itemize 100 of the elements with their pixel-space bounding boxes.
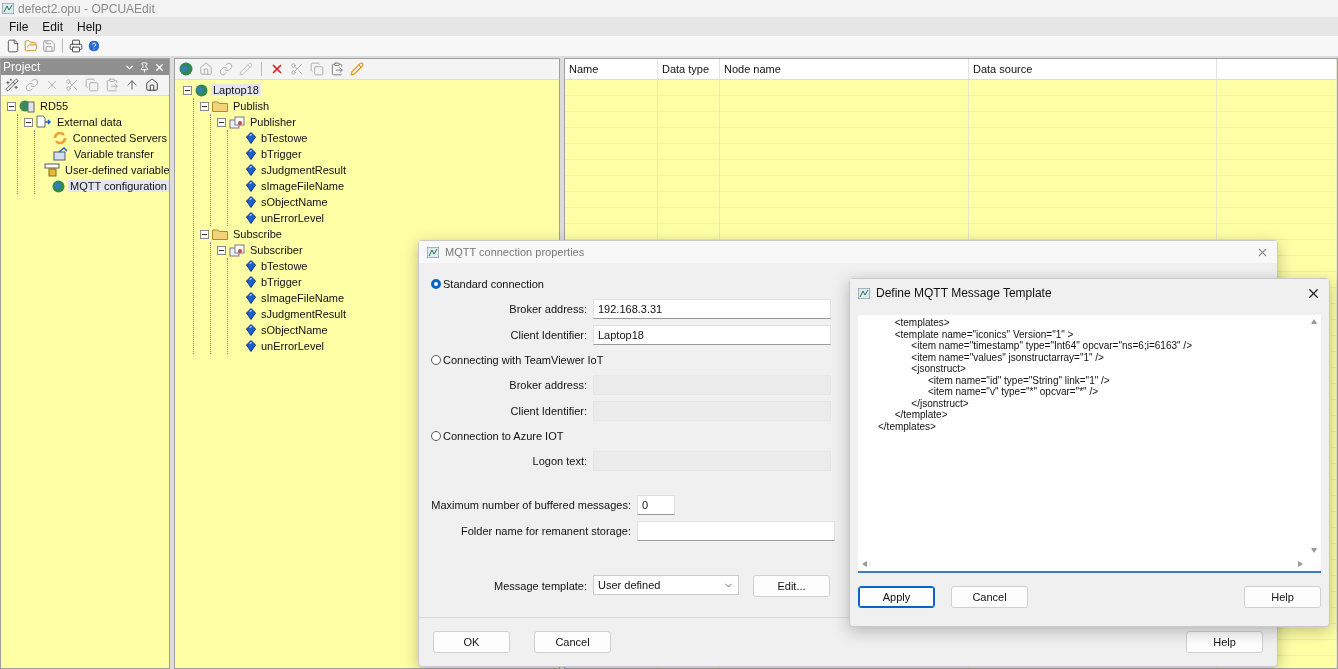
dialog-button[interactable]: Cancel <box>534 631 611 653</box>
radio-button[interactable] <box>431 355 441 365</box>
cut-icon[interactable] <box>290 62 304 76</box>
new-file-icon[interactable] <box>6 39 20 53</box>
dialog-button[interactable]: Apply <box>858 586 935 608</box>
menu-item[interactable]: File <box>4 19 34 34</box>
copy-icon[interactable] <box>85 78 99 92</box>
tree-item[interactable]: Variable transfer <box>72 148 156 160</box>
transfer-icon <box>53 147 69 161</box>
tree-item[interactable]: Publisher <box>248 116 298 128</box>
tree-item[interactable]: bTrigger <box>259 148 304 160</box>
edit-button[interactable]: Edit... <box>753 575 830 597</box>
field-label: Message template: <box>493 580 587 592</box>
variable-icon <box>246 260 256 272</box>
tree-item[interactable]: bTestowe <box>259 260 310 272</box>
pin-icon[interactable] <box>139 61 150 73</box>
field-label: Logon text: <box>531 455 587 467</box>
radio-button[interactable] <box>431 279 441 289</box>
column-header[interactable]: Name <box>565 59 658 79</box>
variables-icon <box>44 163 60 177</box>
help-icon[interactable] <box>87 39 101 53</box>
tree-item[interactable]: Connected Servers <box>70 132 169 144</box>
field-label: Broker address: <box>508 303 587 315</box>
field-label: Client Identifier: <box>509 329 587 341</box>
copy-icon[interactable] <box>310 62 324 76</box>
delete-icon[interactable] <box>45 78 59 92</box>
station-icon <box>19 99 35 113</box>
home-icon[interactable] <box>145 78 159 92</box>
variable-icon <box>246 212 256 224</box>
wand-icon[interactable] <box>5 78 19 92</box>
collapse-icon[interactable] <box>200 101 209 111</box>
dialog-button[interactable]: Cancel <box>951 586 1028 608</box>
tree-item[interactable]: Subscriber <box>248 244 305 256</box>
tree-item[interactable]: External data <box>55 116 124 128</box>
globe-icon <box>52 179 65 193</box>
tree-item[interactable]: sImageFileName <box>259 292 347 304</box>
variable-icon <box>246 196 256 208</box>
template-dropdown[interactable]: User defined <box>593 575 739 595</box>
text-field[interactable]: 192.168.3.31 <box>593 299 831 319</box>
folder-icon <box>212 100 228 112</box>
tree-item[interactable]: unErrorLevel <box>259 340 326 352</box>
cut-icon[interactable] <box>65 78 79 92</box>
window-title: defect2.opu - OPCUAEdit <box>18 1 155 16</box>
collapse-icon[interactable] <box>24 117 33 127</box>
collapse-icon[interactable] <box>217 117 226 127</box>
link-icon[interactable] <box>25 78 39 92</box>
tree-item[interactable]: sJudgmentResult <box>259 164 348 176</box>
field-label: Client Identifier: <box>509 405 587 417</box>
number-field[interactable]: 0 <box>637 495 675 515</box>
variable-icon <box>246 340 256 352</box>
variable-icon <box>246 308 256 320</box>
tree-item[interactable]: sImageFileName <box>259 180 347 192</box>
variable-icon <box>246 164 256 176</box>
variable-icon <box>246 292 256 304</box>
column-header[interactable]: Node name <box>720 59 969 79</box>
dialog-button[interactable]: Help <box>1186 631 1263 653</box>
collapse-icon[interactable] <box>200 229 209 239</box>
pencil-icon[interactable] <box>350 62 364 76</box>
collapse-icon[interactable] <box>7 101 16 111</box>
paste-icon[interactable] <box>330 62 344 76</box>
text-field[interactable] <box>637 521 835 541</box>
variable-icon <box>246 180 256 192</box>
dialog-title: MQTT connection properties <box>445 246 585 258</box>
variable-icon <box>246 148 256 160</box>
panel-title: Project <box>3 60 41 74</box>
tree-item[interactable]: bTestowe <box>259 132 310 144</box>
dialog-button[interactable]: Help <box>1244 586 1321 608</box>
dialog-button[interactable]: OK <box>433 631 510 653</box>
globe-icon <box>195 83 208 97</box>
delete-icon[interactable] <box>270 62 284 76</box>
tree-item[interactable]: MQTT configuration <box>68 180 169 192</box>
tree-item[interactable]: sObjectName <box>259 324 330 336</box>
tree-item[interactable]: unErrorLevel <box>259 212 326 224</box>
menu-item[interactable]: Help <box>72 19 107 34</box>
radio-button[interactable] <box>431 431 441 441</box>
tree-item[interactable]: User-defined variable <box>63 164 169 176</box>
open-folder-icon[interactable] <box>24 39 38 53</box>
save-icon[interactable] <box>42 39 56 53</box>
link-icon[interactable] <box>219 62 233 76</box>
tree-item[interactable]: Laptop18 <box>211 84 261 96</box>
network-icon <box>229 243 245 257</box>
tree-item[interactable]: sObjectName <box>259 196 330 208</box>
tree-item[interactable]: Publish <box>231 100 272 112</box>
column-header[interactable]: Data type <box>658 59 720 79</box>
collapse-icon[interactable] <box>217 245 226 255</box>
tree-item[interactable]: sJudgmentResult <box>259 308 348 320</box>
collapse-icon[interactable] <box>183 85 192 95</box>
app-icon <box>858 287 870 299</box>
text-field[interactable]: Laptop18 <box>593 325 831 345</box>
folder-icon <box>212 228 228 240</box>
variable-icon <box>246 324 256 336</box>
tree-item[interactable]: RD55 <box>38 100 71 112</box>
globe-icon[interactable] <box>179 62 193 76</box>
menu-item[interactable]: Edit <box>37 19 69 34</box>
app-icon <box>2 3 14 14</box>
tree-item[interactable]: Subscribe <box>231 228 284 240</box>
paste-icon[interactable] <box>105 78 119 92</box>
column-header[interactable]: Data source <box>969 59 1217 79</box>
print-icon[interactable] <box>69 39 83 53</box>
tree-item[interactable]: bTrigger <box>259 276 304 288</box>
